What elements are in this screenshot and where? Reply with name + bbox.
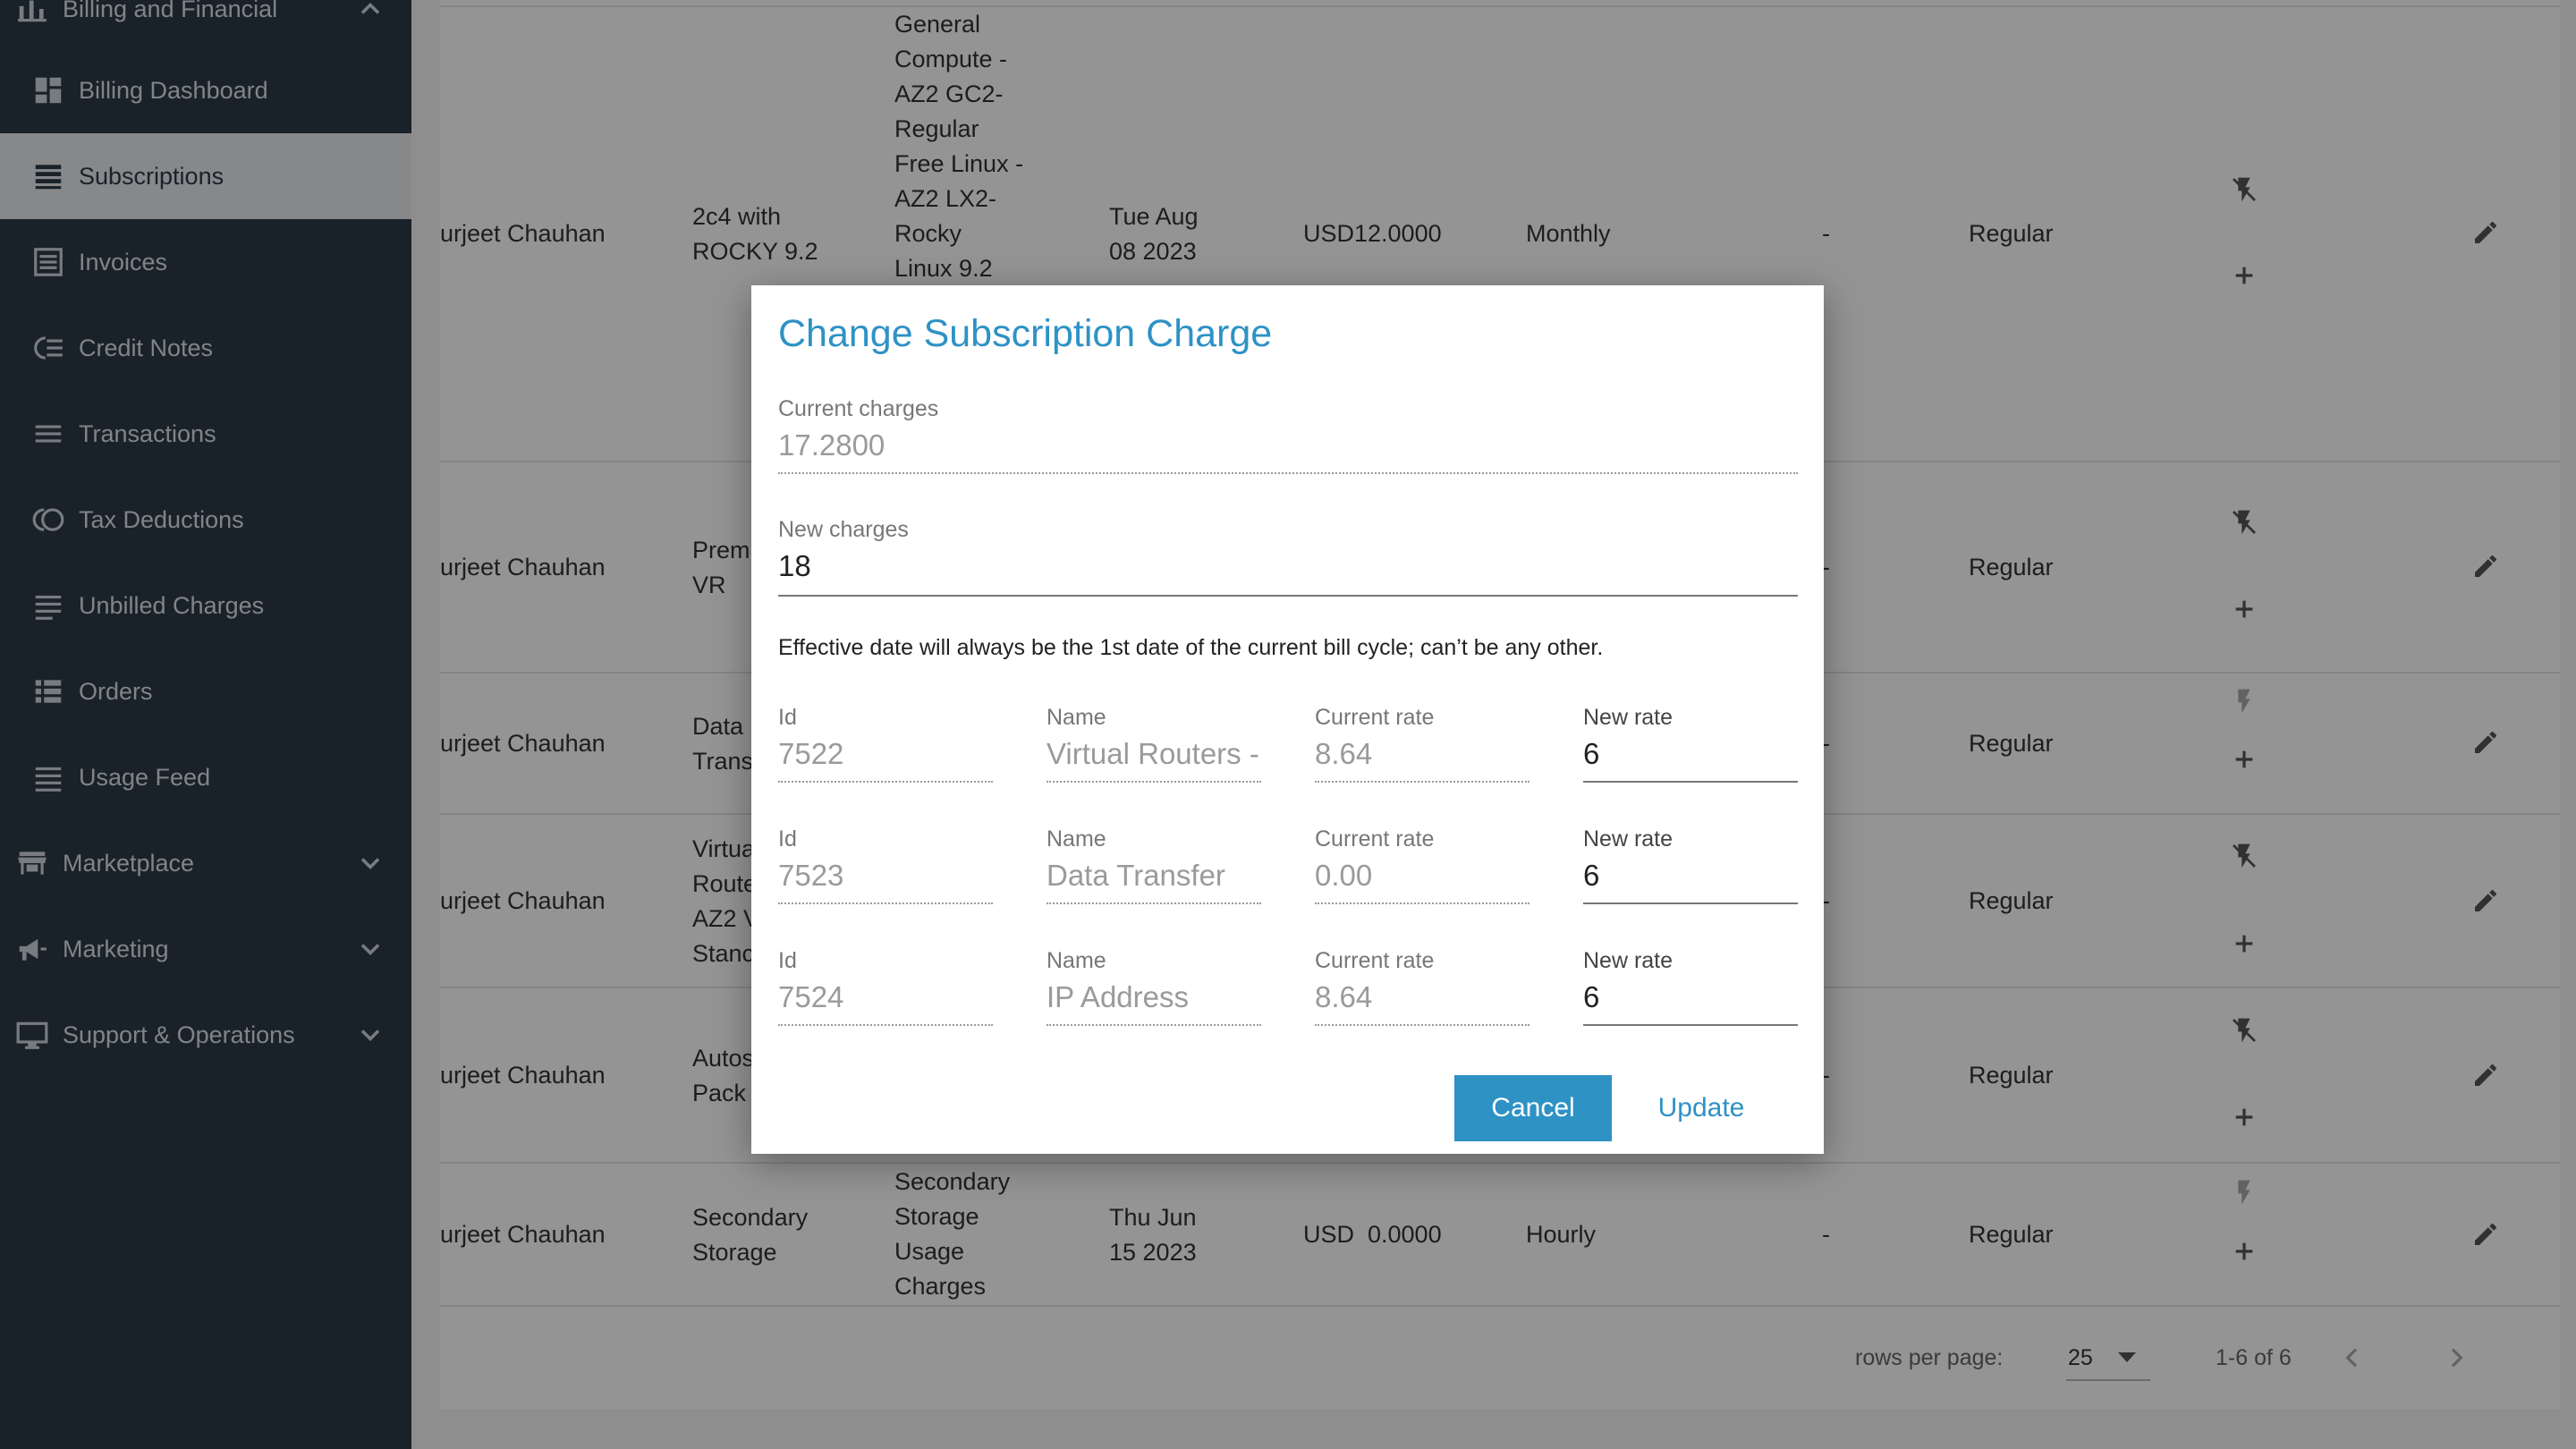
change-subscription-charge-dialog: Change Subscription Charge Current charg… xyxy=(751,285,1824,1154)
current-rate-value: 0.00 xyxy=(1315,859,1373,892)
name-underline xyxy=(1046,781,1261,783)
name-label: Name xyxy=(1046,705,1106,730)
current-rate-label: Current rate xyxy=(1315,705,1435,730)
cancel-button[interactable]: Cancel xyxy=(1454,1075,1612,1141)
new-charges-input[interactable]: 18 xyxy=(778,549,811,583)
name-value: Virtual Routers - xyxy=(1046,737,1259,770)
id-label: Id xyxy=(778,705,797,730)
new-rate-label: New rate xyxy=(1583,705,1674,730)
id-label: Id xyxy=(778,948,797,973)
new-rate-input[interactable]: 6 xyxy=(1583,737,1599,771)
new-rate-label: New rate xyxy=(1583,826,1674,852)
current-rate-underline xyxy=(1315,1024,1530,1026)
current-rate-underline xyxy=(1315,902,1530,904)
current-rate-label: Current rate xyxy=(1315,948,1435,973)
name-label: Name xyxy=(1046,826,1106,852)
new-rate-underline xyxy=(1583,781,1798,783)
current-rate-label: Current rate xyxy=(1315,826,1435,852)
new-rate-label: New rate xyxy=(1583,948,1674,973)
name-label: Name xyxy=(1046,948,1106,973)
name-value: Data Transfer xyxy=(1046,859,1225,892)
id-label: Id xyxy=(778,826,797,852)
current-charges-label: Current charges xyxy=(778,396,939,421)
dialog-title: Change Subscription Charge xyxy=(778,312,1273,355)
name-underline xyxy=(1046,1024,1261,1026)
current-charges-value: 17.2800 xyxy=(778,428,886,462)
new-rate-input[interactable]: 6 xyxy=(1583,859,1599,893)
new-charges-underline xyxy=(778,595,1798,597)
new-rate-underline xyxy=(1583,1024,1798,1026)
update-button[interactable]: Update xyxy=(1639,1075,1764,1141)
id-underline xyxy=(778,1024,993,1026)
id-underline xyxy=(778,902,993,904)
name-value: IP Address xyxy=(1046,980,1189,1013)
new-rate-underline xyxy=(1583,902,1798,904)
new-rate-input[interactable]: 6 xyxy=(1583,980,1599,1014)
current-rate-value: 8.64 xyxy=(1315,737,1373,770)
effective-date-note: Effective date will always be the 1st da… xyxy=(778,635,1604,660)
new-charges-label: New charges xyxy=(778,517,909,542)
id-value: 7524 xyxy=(778,980,844,1013)
id-value: 7523 xyxy=(778,859,844,892)
name-underline xyxy=(1046,902,1261,904)
id-value: 7522 xyxy=(778,737,844,770)
current-rate-value: 8.64 xyxy=(1315,980,1373,1013)
id-underline xyxy=(778,781,993,783)
current-rate-underline xyxy=(1315,781,1530,783)
current-charges-underline xyxy=(778,472,1798,474)
